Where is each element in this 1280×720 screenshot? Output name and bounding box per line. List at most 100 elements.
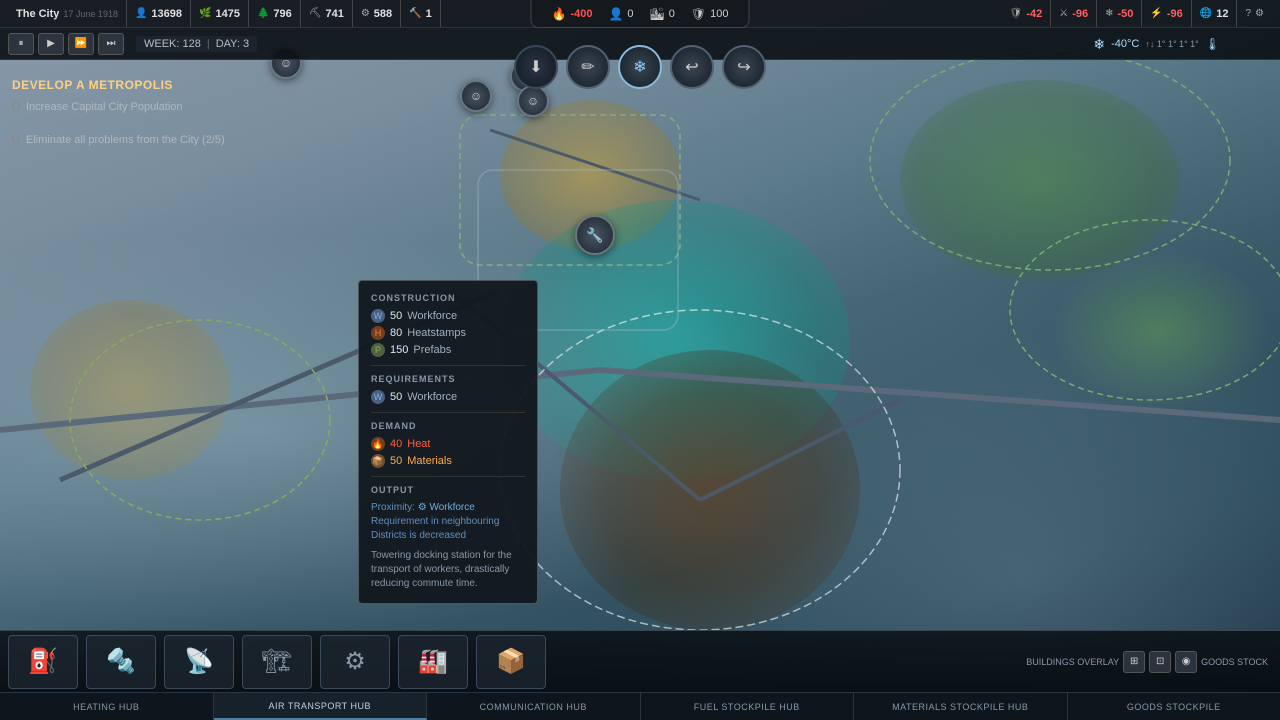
stat-sword: ⚔ -96 xyxy=(1051,0,1097,27)
quest-dot-2 xyxy=(12,135,20,143)
population-value: 13698 xyxy=(151,8,182,20)
req-workforce-label: Workforce xyxy=(407,391,457,403)
play-btn[interactable]: ▶ xyxy=(38,33,64,55)
snowflake-btn[interactable]: ⬇ xyxy=(514,45,558,89)
tab-goods-stockpile[interactable]: GOODS STOCKPILE xyxy=(1068,693,1280,720)
heat-resource: 🔥 -400 xyxy=(551,7,592,21)
faster-forward-btn[interactable]: ⏭ xyxy=(98,33,124,55)
question-icon[interactable]: ? xyxy=(1245,8,1251,19)
back-btn[interactable]: ↩ xyxy=(670,45,714,89)
quest-item-1: Increase Capital City Population (13,698… xyxy=(12,100,225,129)
demand-heat-value: 40 xyxy=(390,438,402,450)
overlay-btn-1[interactable]: ⊞ xyxy=(1123,651,1145,673)
pause-btn[interactable]: ⏸ xyxy=(8,33,34,55)
building-item-6[interactable]: 🏭 xyxy=(398,635,468,689)
building-item-2[interactable]: 🔩 xyxy=(86,635,156,689)
pencil-btn[interactable]: ✏ xyxy=(566,45,610,89)
tab-heating-hub[interactable]: HEATING HUB xyxy=(0,693,214,720)
temperature-value: -40°C xyxy=(1111,38,1139,50)
demand-heat-row: 🔥 40 Heat xyxy=(371,437,525,451)
day-label: DAY: 3 xyxy=(216,38,249,50)
tab-materials-stockpile-hub[interactable]: MATERIALS STOCKPILE HUB xyxy=(854,693,1068,720)
quest-text-1: Increase Capital City Population xyxy=(26,100,183,115)
stat-sword-value: -96 xyxy=(1072,8,1088,20)
req-workforce-row: W 50 Workforce xyxy=(371,390,525,404)
construction-workforce-value: 50 xyxy=(390,310,402,322)
demand-materials-icon: 📦 xyxy=(371,454,385,468)
quest-panel: DEVELOP A METROPOLIS Increase Capital Ci… xyxy=(12,78,225,153)
building-shape-1: ⛽ xyxy=(18,640,68,684)
goods-stock-label: GOODS STOCK xyxy=(1201,657,1268,667)
construction-heat-row: H 80 Heatstamps xyxy=(371,326,525,340)
stat-bolt: ⚡ -96 xyxy=(1142,0,1191,27)
building-tabs: HEATING HUB AIR TRANSPORT HUB COMMUNICAT… xyxy=(0,692,1280,720)
construction-prefabs-row: P 150 Prefabs xyxy=(371,343,525,357)
citizens-resource: 🏙 0 xyxy=(650,7,675,21)
stat-frost: ❄ -50 xyxy=(1097,0,1142,27)
building-item-7[interactable]: 📦 xyxy=(476,635,546,689)
demand-materials-row: 📦 50 Materials xyxy=(371,454,525,468)
shield-hud-icon: 🛡 xyxy=(691,7,706,21)
coal-value: 741 xyxy=(325,8,343,20)
coal-stat: ⛏ 741 xyxy=(301,0,353,27)
building-item-3[interactable]: 📡 xyxy=(164,635,234,689)
quest-sub-1: (13,698/50,000) xyxy=(26,115,183,129)
output-workforce-text: Workforce xyxy=(429,502,474,513)
building-shape-3: 📡 xyxy=(174,640,224,684)
citizens-hud-icon: 🏙 xyxy=(650,7,665,21)
shield-icon: 🛡 xyxy=(1010,8,1023,19)
overlay-btn-2[interactable]: ⊡ xyxy=(1149,651,1171,673)
city-info: The City 17 June 1918 xyxy=(8,0,127,27)
snowflake2-btn[interactable]: ❄ xyxy=(618,45,662,89)
heatstamps-icon: H xyxy=(371,326,385,340)
stat-frost-value: -50 xyxy=(1118,8,1134,20)
building-item-5[interactable]: ⚙ xyxy=(320,635,390,689)
citizen-marker-4[interactable]: ☺ xyxy=(517,85,549,117)
flame-icon: 🔥 xyxy=(551,7,566,21)
gear-settings-icon[interactable]: ⚙ xyxy=(1255,8,1264,19)
temp-display: ❄ -40°C ↑↓ 1° 1° 1° 1° 🌡 xyxy=(1093,28,1220,60)
shield-hud-value: 100 xyxy=(710,8,728,20)
forward-btn[interactable]: ↪ xyxy=(722,45,766,89)
req-workforce-value: 50 xyxy=(390,391,402,403)
bottom-bar: ⛽ 🔩 📡 🏗 ⚙ 🏭 📦 BUILDINGS OVERLAY ⊞ ⊡ ◉ GO… xyxy=(0,630,1280,720)
overlay-btn-3[interactable]: ◉ xyxy=(1175,651,1197,673)
building-item-4[interactable]: 🏗 xyxy=(242,635,312,689)
top-right-num-value: 12 xyxy=(1216,8,1228,20)
workforce-icon: W xyxy=(371,309,385,323)
building-shape-4: 🏗 xyxy=(252,640,302,684)
tab-fuel-stockpile-hub[interactable]: FUEL STOCKPILE HUB xyxy=(641,693,855,720)
output-workforce-icon: ⚙ xyxy=(418,502,430,513)
demand-label: DEMAND xyxy=(371,421,525,431)
bolt-icon: ⚡ xyxy=(1150,8,1162,19)
tab-air-transport-hub[interactable]: AIR TRANSPORT HUB xyxy=(214,693,428,720)
worker-value: 1 xyxy=(426,8,432,20)
building-description: Towering docking station for the transpo… xyxy=(371,549,525,591)
population-icon: 👤 xyxy=(135,8,147,19)
building-shape-6: 🏭 xyxy=(408,640,458,684)
stat-shield-value: -42 xyxy=(1026,8,1042,20)
frost-icon: ❄ xyxy=(1105,8,1113,19)
citizen-marker-2[interactable]: ☺ xyxy=(460,80,492,112)
demand-heat-label: Heat xyxy=(407,438,430,450)
worker-icon: 🔨 xyxy=(409,8,421,19)
construction-label: CONSTRUCTION xyxy=(371,293,525,303)
fast-forward-btn[interactable]: ⏩ xyxy=(68,33,94,55)
heat-value: -400 xyxy=(570,8,592,20)
divider-3 xyxy=(371,476,525,477)
construction-workforce-row: W 50 Workforce xyxy=(371,309,525,323)
wood-stat: 🌲 796 xyxy=(249,0,301,27)
demand-materials-label: Materials xyxy=(407,455,452,467)
building-item-1[interactable]: ⛽ xyxy=(8,635,78,689)
steel-stat: ⚙ 588 xyxy=(353,0,401,27)
workers-hud-icon: 👤 xyxy=(608,7,623,21)
construction-prefabs-value: 150 xyxy=(390,344,408,356)
settings-section[interactable]: ? ⚙ xyxy=(1237,0,1272,27)
workers-resource: 👤 0 xyxy=(608,7,633,21)
tab-communication-hub[interactable]: COMMUNICATION HUB xyxy=(427,693,641,720)
citizens-hud-value: 0 xyxy=(669,8,675,20)
construction-heat-label: Heatstamps xyxy=(407,327,466,339)
week-label: WEEK: 128 xyxy=(144,38,201,50)
building-shape-2: 🔩 xyxy=(96,640,146,684)
build-action-btn[interactable]: 🔧 xyxy=(575,215,615,255)
